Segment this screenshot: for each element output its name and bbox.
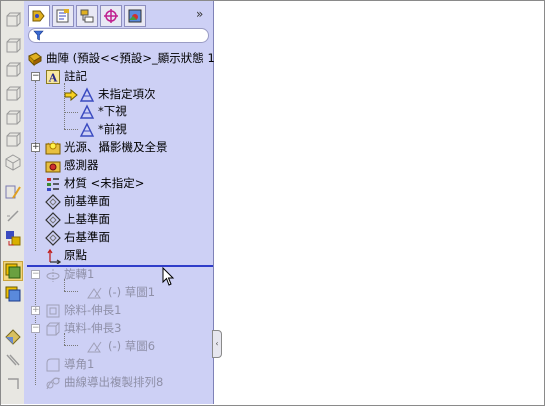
tree-item-label: 導角1 [64,357,95,371]
display-manager-tab[interactable] [124,5,146,27]
origin-icon [47,248,61,264]
display-icon [128,9,142,23]
annotation-view-icon [79,87,95,102]
tree-item-label: 光源、攝影機及全景 [64,140,168,154]
tree-item-label: 註記 [64,69,87,83]
mate-icon[interactable] [4,229,22,247]
tree-item-label: 填料-伸長3 [64,321,122,335]
display-style-icon[interactable] [3,261,23,281]
tree-item-label: 材質 <未指定> [64,176,145,190]
svg-text:A: A [48,72,58,85]
boss-extrude-icon [46,322,61,336]
fillet-icon [46,358,60,372]
more-tabs-button[interactable]: » [196,7,203,21]
tree-item-sketch6[interactable]: (-) 草圖6 [24,338,213,355]
collapse-toggle[interactable]: − [31,270,40,279]
filter-icon [33,30,44,41]
tree-item-label: 右基準面 [64,230,110,244]
view-orientation-icon[interactable] [4,375,22,393]
view-cube-icon[interactable] [4,61,22,79]
tree-item-revolve[interactable]: − 旋轉1 [24,266,213,283]
sketch-icon [87,341,102,353]
tree-item-fillet[interactable]: 導角1 [24,356,213,373]
tree-item-right-plane[interactable]: 右基準面 [24,229,213,246]
tree-item-front-view[interactable]: *前視 [24,121,213,138]
tree-item-label: 未指定項次 [98,87,156,101]
dimxpert-tab[interactable] [100,5,122,27]
part-icon [28,52,42,67]
tree-item-curve-pattern[interactable]: 曲線導出複製排列8 [24,374,213,391]
revolve-icon [46,269,60,282]
tree-item-sensors[interactable]: 感測器 [24,157,213,174]
tree-item-label: 曲線導出複製排列8 [64,375,164,389]
line-tool-icon[interactable] [4,207,22,225]
cut-extrude-icon [46,304,60,318]
display-style-icon[interactable] [4,285,22,303]
featuremanager-tab[interactable] [28,5,50,27]
curve-pattern-icon [46,377,61,390]
plane-icon [45,230,61,246]
tree-item-label: 除料-伸長1 [64,303,122,317]
left-toolbar [1,1,24,404]
tree-item-unassigned[interactable]: 未指定項次 [24,86,213,103]
tree-item-label: 感測器 [64,158,99,172]
plane-icon [45,194,61,210]
tree-item-label: *前視 [98,122,127,136]
tree-item-top-plane[interactable]: 上基準面 [24,211,213,228]
sketch-icon [87,287,102,299]
property-icon [56,9,69,23]
collapse-toggle[interactable]: − [31,324,40,333]
expand-toggle[interactable]: + [31,306,40,315]
view-cube-icon[interactable] [4,85,22,103]
tree-item-label: 原點 [64,248,87,262]
mouse-cursor-icon [162,267,175,286]
isometric-icon[interactable] [4,153,22,171]
tree-item-label: 曲陣 (預設<<預設>_顯示狀態 1 [46,51,215,65]
filter-field[interactable] [28,28,209,43]
tree-item-boss-extrude[interactable]: − 填料-伸長3 [24,320,213,337]
feature-tree-icon [32,10,45,22]
tree-item-bottom-view[interactable]: *下視 [24,103,213,120]
lights-icon [45,141,61,155]
section-view-icon[interactable] [4,351,22,369]
panel-splitter-handle[interactable]: ‹ [212,330,222,358]
view-cube-icon[interactable] [4,11,22,29]
tree-item-label: (-) 草圖6 [108,339,156,353]
tree-item-annotations[interactable]: − A 註記 [24,68,213,85]
tree-item-label: 前基準面 [64,194,110,208]
crosshair-icon [104,9,118,23]
tree-item-lights[interactable]: + 光源、攝影機及全景 [24,139,213,156]
tree-item-front-plane[interactable]: 前基準面 [24,193,213,210]
annotations-icon: A [46,70,60,85]
tree-item-sketch1[interactable]: (-) 草圖1 [24,284,213,301]
sensor-icon [45,161,61,173]
tree-item-label: 上基準面 [64,212,110,226]
expand-toggle[interactable]: + [31,143,40,152]
tree-item-material[interactable]: 材質 <未指定> [24,175,213,192]
tree-item-label: *下視 [98,104,127,118]
arrow-right-icon [64,88,78,102]
section-view-icon[interactable] [4,327,22,345]
tree-item-label: 旋轉1 [64,267,95,281]
annotation-view-icon [79,122,95,137]
tree-item-label: (-) 草圖1 [108,285,156,299]
annotation-view-icon [79,104,95,119]
plane-icon [45,212,61,228]
view-cube-icon[interactable] [4,131,22,149]
tree-item-root[interactable]: 曲陣 (預設<<預設>_顯示狀態 1 [24,50,215,67]
configurationmanager-tab[interactable] [76,5,98,27]
tree-item-origin[interactable]: 原點 [24,247,213,264]
featuremanager-panel: » 曲陣 (預設<<預設>_顯示狀態 1 − A 註記 未指定項次 *下視 *前… [24,1,215,404]
tree-item-cut-extrude[interactable]: + 除料-伸長1 [24,302,213,319]
view-cube-icon[interactable] [4,109,22,127]
propertymanager-tab[interactable] [52,5,74,27]
view-cube-icon[interactable] [4,37,22,55]
material-icon [47,178,59,191]
configuration-icon [80,9,94,23]
collapse-toggle[interactable]: − [31,72,40,81]
sketch-pencil-icon[interactable] [4,183,22,201]
